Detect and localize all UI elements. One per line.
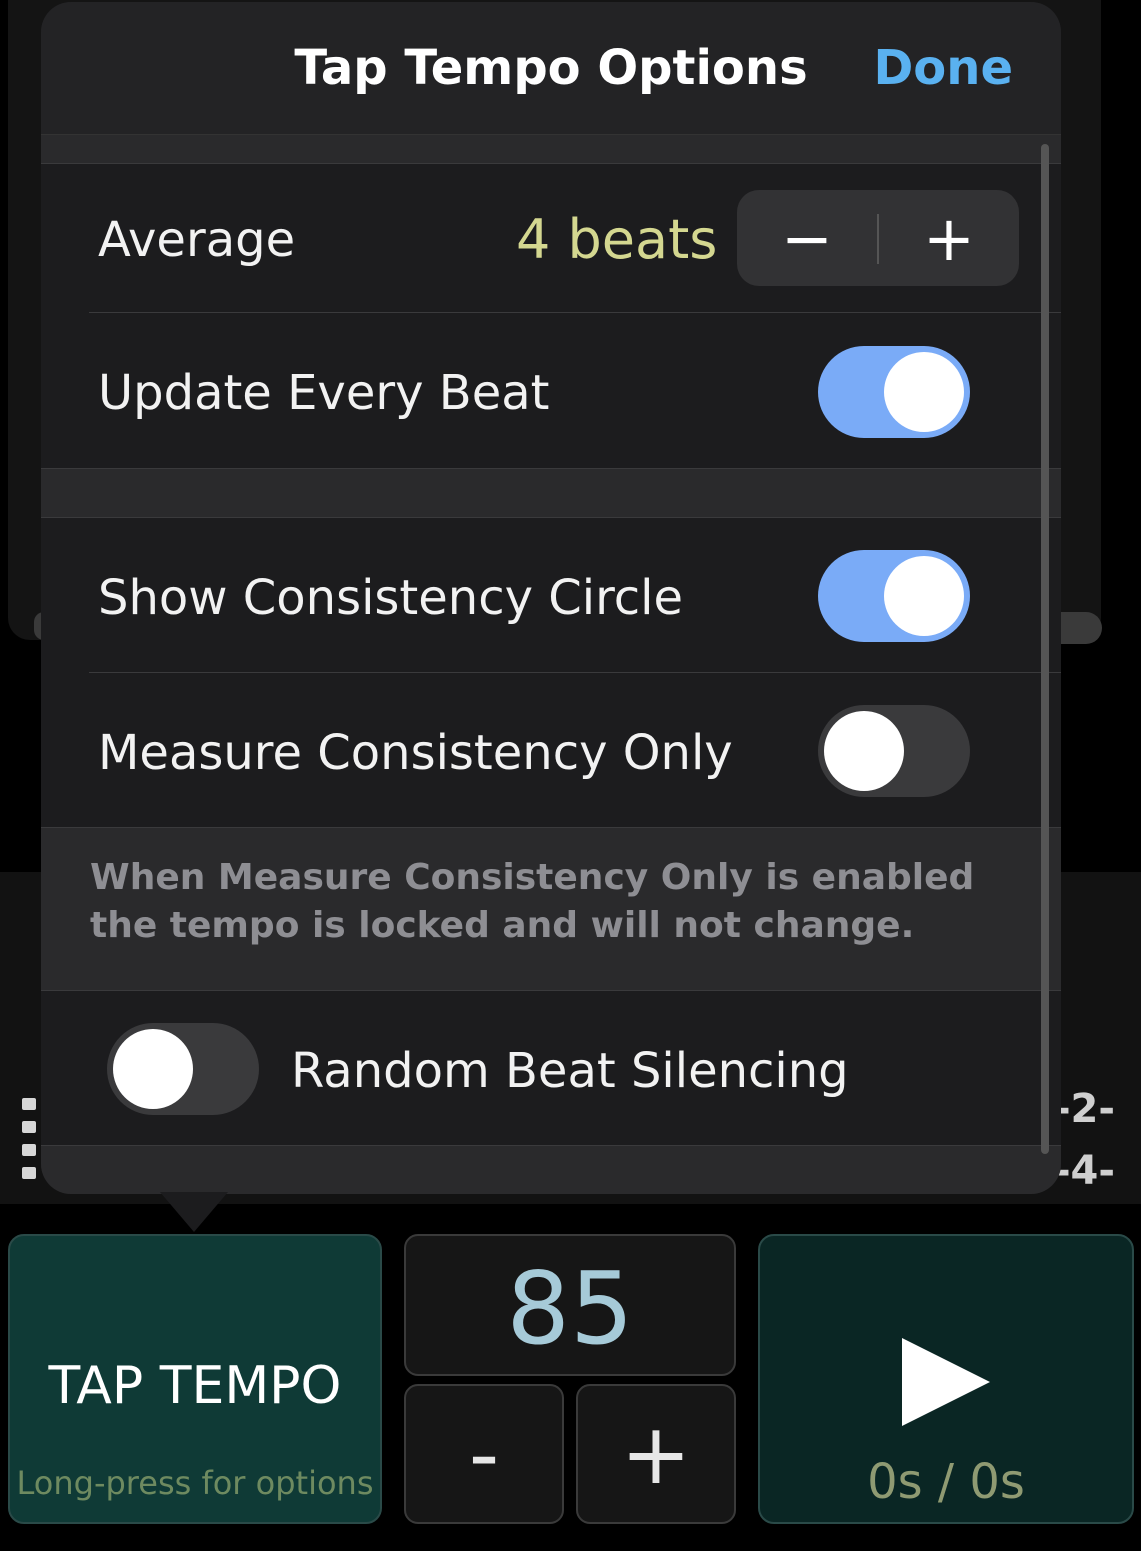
show-consistency-circle-toggle[interactable]: [818, 550, 970, 642]
show-consistency-circle-row: Show Consistency Circle: [41, 518, 1061, 672]
beat-label: -2-: [1053, 1086, 1115, 1132]
section-gap: [41, 135, 1061, 164]
average-increment-button[interactable]: +: [879, 190, 1019, 286]
bpm-value: 85: [506, 1250, 634, 1367]
average-decrement-button[interactable]: −: [737, 190, 877, 286]
tap-tempo-button[interactable]: TAP TEMPO Long-press for options: [8, 1234, 382, 1524]
tap-tempo-hint: Long-press for options: [16, 1464, 374, 1502]
play-button[interactable]: 0s / 0s: [758, 1234, 1134, 1524]
toggle-knob: [824, 711, 904, 791]
average-row: Average 4 beats − +: [41, 164, 1061, 312]
section-gap: [41, 1146, 1061, 1194]
popover-arrow: [160, 1192, 228, 1232]
bpm-decrement-button[interactable]: -: [404, 1384, 564, 1524]
random-beat-silencing-row: Random Beat Silencing: [41, 991, 1061, 1145]
section-gap: [41, 469, 1061, 517]
tap-tempo-title: TAP TEMPO: [48, 1356, 342, 1416]
average-label: Average: [98, 212, 296, 268]
play-icon: [902, 1338, 990, 1426]
average-value: 4 beats: [516, 208, 718, 271]
measure-consistency-note: When Measure Consistency Only is enabled…: [90, 857, 975, 946]
tap-tempo-options-popover: Tap Tempo Options Done Average 4 beats −…: [41, 2, 1061, 1194]
done-button[interactable]: Done: [873, 40, 1013, 96]
measure-consistency-only-label: Measure Consistency Only: [98, 725, 733, 781]
scrollbar[interactable]: [1041, 144, 1049, 1154]
random-beat-silencing-toggle[interactable]: [107, 1023, 259, 1115]
average-stepper: − +: [737, 190, 1019, 286]
bpm-increment-button[interactable]: +: [576, 1384, 736, 1524]
drag-handle-icon[interactable]: [22, 1098, 40, 1190]
measure-consistency-only-toggle[interactable]: [818, 705, 970, 797]
popover-header: Tap Tempo Options Done: [41, 2, 1061, 135]
play-time: 0s / 0s: [867, 1454, 1025, 1510]
beat-label: -4-: [1053, 1148, 1115, 1194]
random-beat-silencing-label: Random Beat Silencing: [291, 1043, 849, 1099]
toggle-knob: [113, 1029, 193, 1109]
measure-consistency-only-row: Measure Consistency Only: [41, 673, 1061, 827]
toggle-knob: [884, 352, 964, 432]
show-consistency-circle-label: Show Consistency Circle: [98, 570, 684, 626]
toggle-knob: [884, 556, 964, 636]
update-every-beat-toggle[interactable]: [818, 346, 970, 438]
update-every-beat-row: Update Every Beat: [41, 313, 1061, 468]
bpm-display: 85: [404, 1234, 736, 1376]
update-every-beat-label: Update Every Beat: [98, 365, 550, 421]
